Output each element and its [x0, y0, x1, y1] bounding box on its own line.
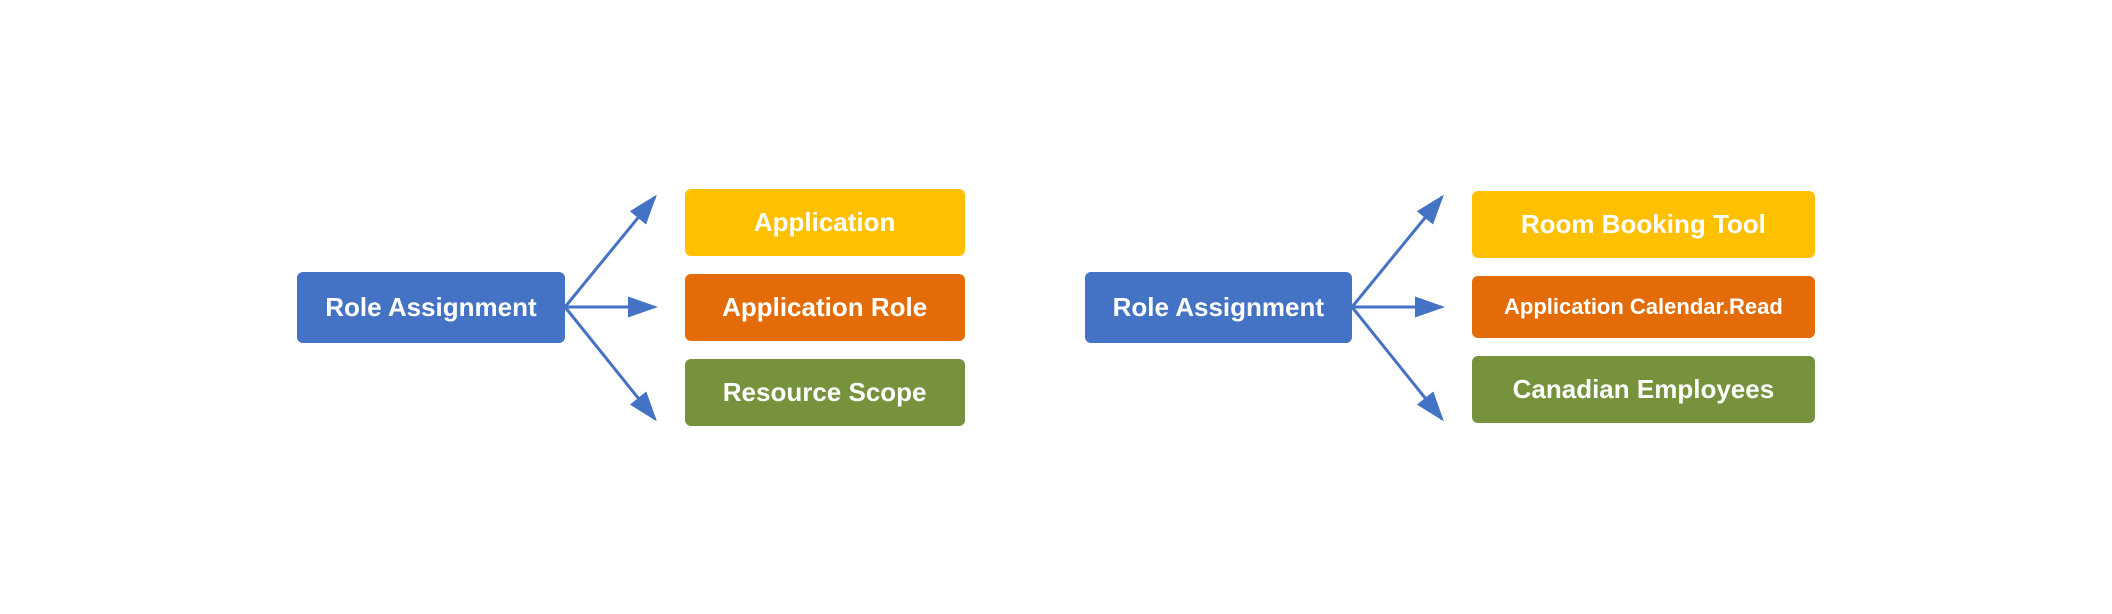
diagram1-target-resource-scope: Resource Scope: [685, 359, 965, 426]
diagram2-arrows: [1352, 157, 1472, 457]
diagram2-target-canadian-employees: Canadian Employees: [1472, 356, 1815, 423]
diagram1-targets: Application Application Role Resource Sc…: [685, 189, 965, 426]
diagram2-target-calendar-read: Application Calendar.Read: [1472, 276, 1815, 338]
diagram1-arrows: [565, 157, 685, 457]
diagram-1: Role Assignment Application Application …: [297, 157, 964, 457]
diagram-2: Role Assignment Room Booking Tool Applic…: [1085, 157, 1815, 457]
diagram2-targets: Room Booking Tool Application Calendar.R…: [1472, 191, 1815, 423]
diagrams-container: Role Assignment Application Application …: [0, 0, 2112, 614]
diagram1-target-application-role: Application Role: [685, 274, 965, 341]
diagram1-target-application: Application: [685, 189, 965, 256]
diagram1-source: Role Assignment: [297, 272, 564, 343]
diagram2-source: Role Assignment: [1085, 272, 1352, 343]
diagram2-target-room-booking: Room Booking Tool: [1472, 191, 1815, 258]
